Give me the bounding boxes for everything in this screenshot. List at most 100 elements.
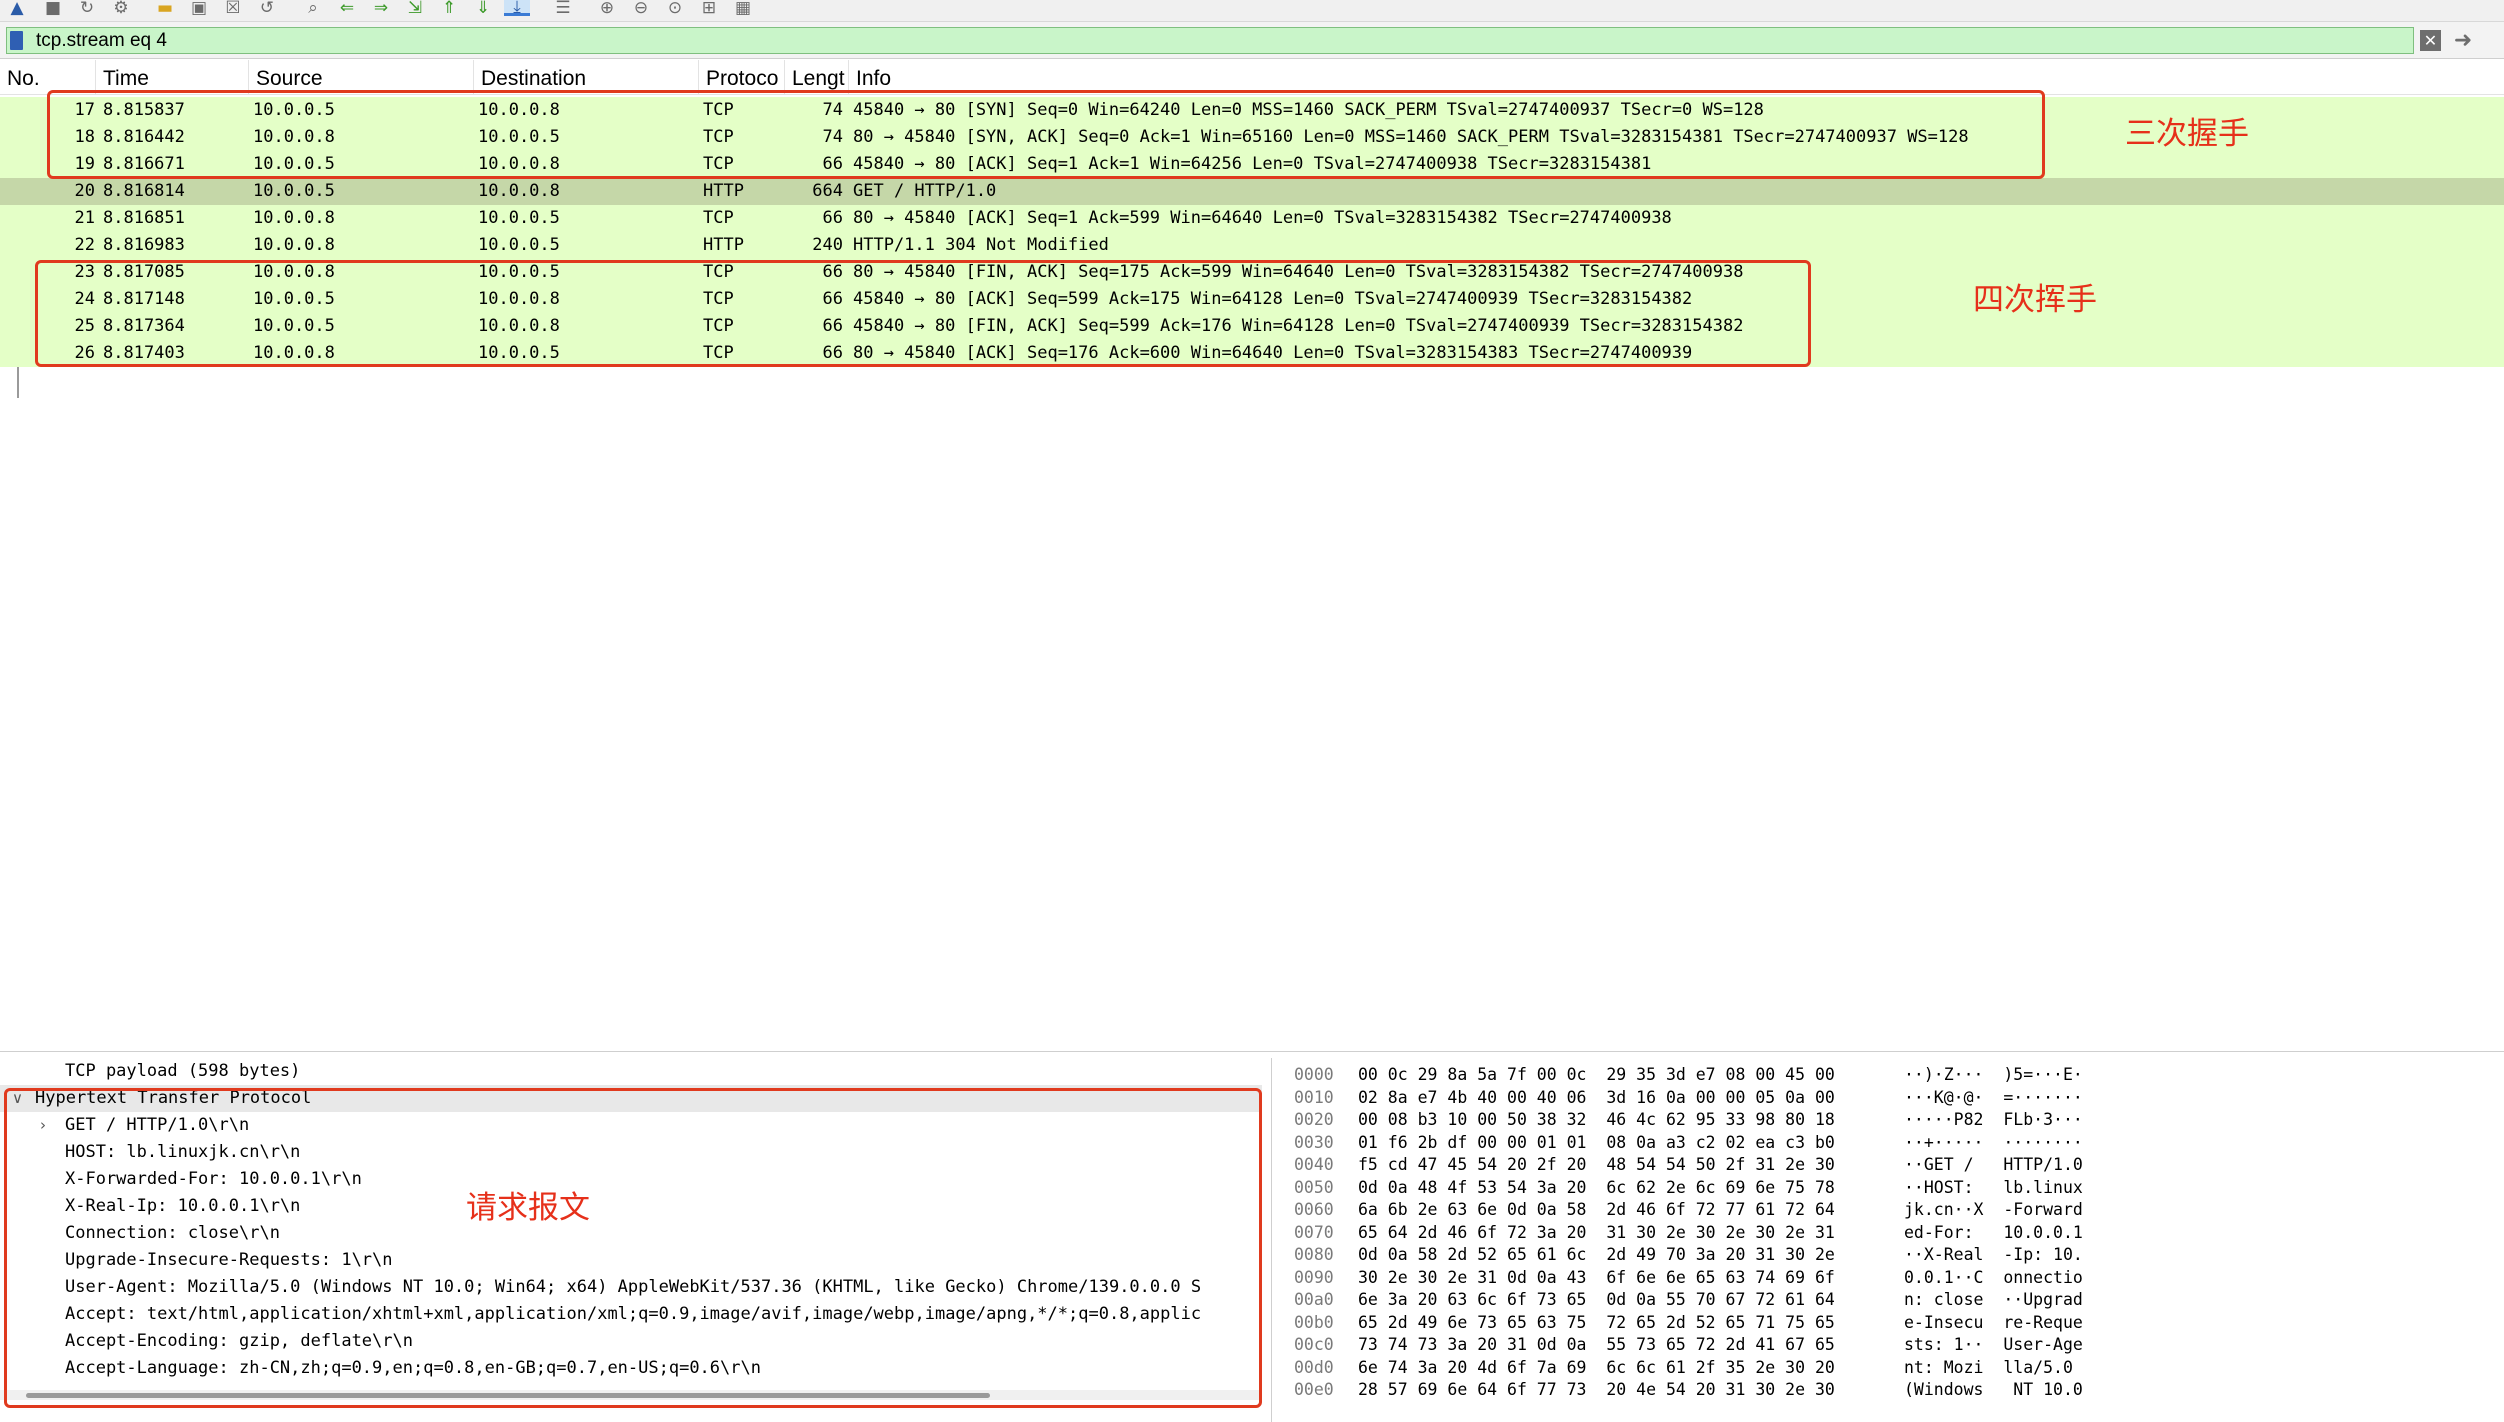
first-packet-icon[interactable]: ⇑ [436, 0, 462, 17]
restart-capture-icon[interactable]: ↻ [74, 0, 100, 17]
packet-row[interactable]: 20 8.816814 10.0.0.5 10.0.0.8 HTTP 664 GET / H… [0, 178, 2504, 205]
bytes-ascii[interactable]: ··HOST: lb.linux [1904, 1177, 2083, 1199]
bytes-hex[interactable]: 02 8a e7 4b 40 00 40 06 3d 16 0a 00 00 0… [1358, 1087, 1835, 1109]
packet-cell-len: 664 [812, 181, 843, 201]
bytes-hex[interactable]: 65 2d 49 6e 73 65 63 75 72 65 2d 52 65 7… [1358, 1312, 1835, 1334]
packet-list-pane: No. Time Source Destination Protoco Leng… [0, 60, 2504, 1052]
bytes-ascii[interactable]: ··+····· ········ [1904, 1132, 2083, 1154]
packet-cell-src: 10.0.0.8 [253, 208, 335, 228]
bytes-ascii[interactable]: ed-For: 10.0.0.1 [1904, 1222, 2083, 1244]
bytes-offset: 00c0 [1294, 1335, 1334, 1354]
colorize-icon[interactable]: ☰ [550, 0, 576, 17]
bytes-offset: 00b0 [1294, 1312, 1334, 1332]
filter-text[interactable]: tcp.stream eq 4 [36, 30, 167, 52]
open-file-icon[interactable]: ▬ [152, 0, 178, 17]
detail-line[interactable]: TCP payload (598 bytes) [0, 1058, 1262, 1085]
bytes-offset: 0000 [1294, 1065, 1334, 1084]
packet-cell-proto: TCP [703, 208, 734, 228]
bytes-ascii[interactable]: e-Insecu re-Reque [1904, 1312, 2083, 1334]
packet-cell-src: 10.0.0.5 [253, 181, 335, 201]
go-back-icon[interactable]: ⇐ [334, 0, 360, 17]
apply-filter-arrow-icon[interactable]: ➜ [2448, 30, 2478, 52]
bytes-hex[interactable]: 01 f6 2b df 00 00 01 01 08 0a a3 c2 02 e… [1358, 1132, 1835, 1154]
close-file-icon[interactable]: ☒ [220, 0, 246, 17]
bytes-ascii[interactable]: jk.cn··X -Forward [1904, 1199, 2083, 1221]
packet-cell-info: 80 → 45840 [ACK] Seq=1 Ack=599 Win=64640… [853, 208, 1672, 228]
packet-cell-no: 20 [74, 181, 95, 201]
find-packet-icon[interactable]: ⌕ [300, 0, 326, 17]
packet-cell-src: 10.0.0.8 [253, 235, 335, 255]
clear-filter-icon[interactable]: ✕ [2420, 30, 2441, 51]
zoom-out-icon[interactable]: ⊖ [628, 0, 654, 17]
packet-cell-time: 8.816851 [103, 208, 185, 228]
packet-cell-info: HTTP/1.1 304 Not Modified [853, 235, 1109, 255]
handshake-annotation: 三次握手 [2125, 116, 2249, 152]
bytes-offset: 00a0 [1294, 1290, 1334, 1309]
packet-cell-dst: 10.0.0.8 [478, 181, 560, 201]
bytes-ascii[interactable]: n: close ··Upgrad [1904, 1289, 2083, 1311]
go-to-packet-icon[interactable]: ⇲ [402, 0, 428, 17]
request-highlight-box [4, 1088, 1262, 1408]
bytes-hex[interactable]: 6a 6b 2e 63 6e 0d 0a 58 2d 46 6f 72 77 6… [1358, 1199, 1835, 1221]
handshake-highlight-box [47, 90, 2045, 179]
bytes-hex[interactable]: 6e 3a 20 63 6c 6f 73 65 0d 0a 55 70 67 7… [1358, 1289, 1835, 1311]
packet-cell-time: 8.816814 [103, 181, 185, 201]
bytes-hex[interactable]: 0d 0a 58 2d 52 65 61 6c 2d 49 70 3a 20 3… [1358, 1244, 1835, 1266]
capture-options-icon[interactable]: ⚙ [108, 0, 134, 17]
packet-row[interactable]: 22 8.816983 10.0.0.8 10.0.0.5 HTTP 240 HTTP/1.… [0, 232, 2504, 259]
stop-capture-icon[interactable]: ■ [40, 0, 66, 17]
bytes-ascii[interactable]: ···K@·@· =······· [1904, 1087, 2083, 1109]
filter-bookmark-icon[interactable] [10, 31, 23, 50]
packet-bytes-pane: 0000 00 0c 29 8a 5a 7f 00 0c 29 35 3d e7 … [1280, 1058, 2504, 1422]
last-packet-icon[interactable]: ⇓ [470, 0, 496, 17]
resize-columns-icon[interactable]: ⊞ [696, 0, 722, 17]
save-file-icon[interactable]: ▣ [186, 0, 212, 17]
bytes-offset: 0040 [1294, 1155, 1334, 1174]
bytes-hex[interactable]: 00 08 b3 10 00 50 38 32 46 4c 62 95 33 9… [1358, 1109, 1835, 1131]
bytes-hex[interactable]: 0d 0a 48 4f 53 54 3a 20 6c 62 2e 6c 69 6… [1358, 1177, 1835, 1199]
teardown-highlight-box [35, 260, 1811, 367]
packet-row[interactable]: 21 8.816851 10.0.0.8 10.0.0.5 TCP 66 80 → 4584… [0, 205, 2504, 232]
display-filter-input[interactable]: tcp.stream eq 4 [6, 27, 2414, 54]
bytes-offset: 0020 [1294, 1110, 1334, 1129]
bytes-offset: 0080 [1294, 1245, 1334, 1264]
detail-text: TCP payload (598 bytes) [65, 1061, 301, 1081]
bytes-hex[interactable]: 65 64 2d 46 6f 72 3a 20 31 30 2e 30 2e 3… [1358, 1222, 1835, 1244]
bytes-offset: 0090 [1294, 1267, 1334, 1287]
packet-cell-dst: 10.0.0.5 [478, 235, 560, 255]
bytes-hex[interactable]: 30 2e 30 2e 31 0d 0a 43 6f 6e 6e 65 63 7… [1358, 1267, 1835, 1289]
normal-size-icon[interactable]: ⊙ [662, 0, 688, 17]
bytes-ascii[interactable]: ·····P82 FLb·3··· [1904, 1109, 2083, 1131]
display-filter-bar: tcp.stream eq 4 ✕ ➜ [0, 22, 2504, 59]
request-annotation: 请求报文 [466, 1190, 590, 1226]
bytes-hex[interactable]: 6e 74 3a 20 4d 6f 7a 69 6c 6c 61 2f 35 2… [1358, 1357, 1835, 1379]
packet-cell-proto: HTTP [703, 235, 744, 255]
packet-cell-len: 66 [822, 208, 843, 228]
main-toolbar: ▲ ■ ↻ ⚙ ▬ ▣ ☒ ↺ ⌕ ⇐ ⇒ ⇲ ⇑ ⇓ ⤓ ☰ ⊕ ⊖ ⊙ ⊞ … [0, 0, 2504, 22]
packet-cell-no: 21 [74, 208, 95, 228]
bytes-ascii[interactable]: ··X-Real -Ip: 10. [1904, 1244, 2083, 1266]
bytes-hex[interactable]: f5 cd 47 45 54 20 2f 20 48 54 54 50 2f 3… [1358, 1154, 1835, 1176]
bytes-offset: 0050 [1294, 1177, 1334, 1197]
layout-icon[interactable]: ▦ [730, 0, 756, 17]
autoscroll-icon[interactable]: ⤓ [504, 0, 530, 16]
bytes-hex[interactable]: 73 74 73 3a 20 31 0d 0a 55 73 65 72 2d 4… [1358, 1334, 1835, 1356]
shark-fin-start-icon[interactable]: ▲ [4, 0, 30, 17]
go-forward-icon[interactable]: ⇒ [368, 0, 394, 17]
bytes-ascii[interactable]: 0.0.1··C onnectio [1904, 1267, 2083, 1289]
bytes-hex[interactable]: 28 57 69 6e 64 6f 77 73 20 4e 54 20 31 3… [1358, 1379, 1835, 1401]
packet-cell-len: 240 [812, 235, 843, 255]
teardown-annotation: 四次挥手 [1973, 282, 2097, 318]
bytes-offset: 0070 [1294, 1222, 1334, 1242]
bytes-ascii[interactable]: (Windows NT 10.0 [1904, 1379, 2083, 1401]
bytes-ascii[interactable]: ··GET / HTTP/1.0 [1904, 1154, 2083, 1176]
packet-cell-time: 8.816983 [103, 235, 185, 255]
bytes-offset: 00e0 [1294, 1380, 1334, 1399]
bytes-hex[interactable]: 00 0c 29 8a 5a 7f 00 0c 29 35 3d e7 08 0… [1358, 1064, 1835, 1086]
bytes-ascii[interactable]: ··)·Z··· )5=···E· [1904, 1064, 2083, 1086]
bytes-ascii[interactable]: nt: Mozi lla/5.0 [1904, 1357, 2083, 1379]
packet-cell-info: GET / HTTP/1.0 [853, 181, 997, 201]
reload-icon[interactable]: ↺ [254, 0, 280, 17]
bytes-ascii[interactable]: sts: 1·· User-Age [1904, 1334, 2083, 1356]
zoom-in-icon[interactable]: ⊕ [594, 0, 620, 17]
